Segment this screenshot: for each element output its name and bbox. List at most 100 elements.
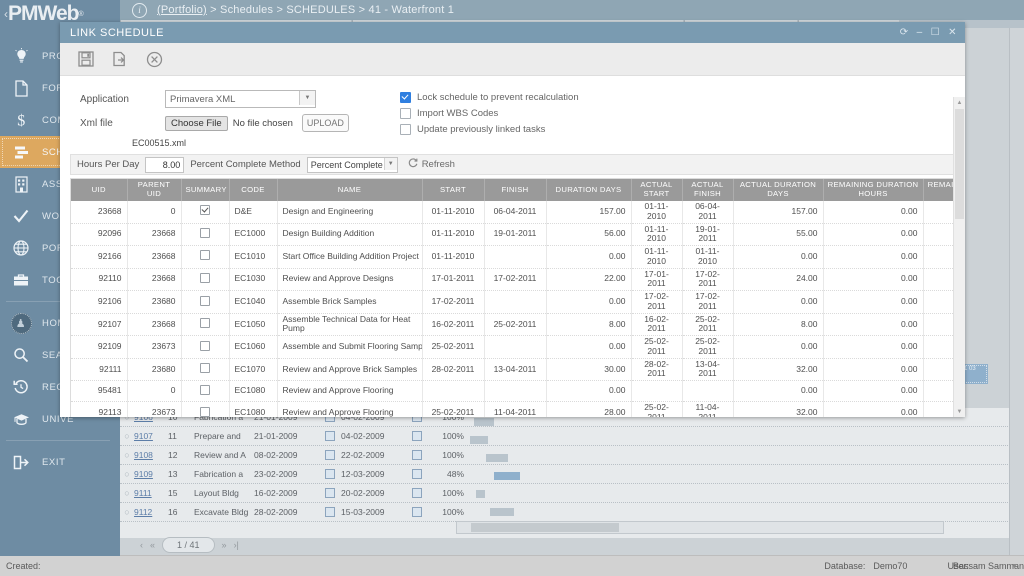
save-button[interactable] [76, 49, 96, 69]
col-uid[interactable]: UID [71, 179, 128, 201]
summary-checkbox[interactable] [200, 384, 210, 395]
scroll-down-icon[interactable]: ▼ [954, 406, 965, 417]
breadcrumb-portfolio-link[interactable]: (Portfolio) [157, 4, 207, 16]
table-row[interactable]: 92109 23673 EC1060 Assemble and Submit F… [71, 335, 965, 359]
status-caret-icon[interactable]: ▼ [1011, 563, 1018, 570]
calendar-icon[interactable] [412, 431, 422, 441]
table-row[interactable]: 92111 23680 EC1070 Review and Approve Br… [71, 358, 965, 382]
calendar-icon[interactable] [325, 507, 335, 517]
cancel-button[interactable] [144, 49, 164, 69]
col-code[interactable]: CODE [229, 179, 278, 201]
gantt-bar[interactable] [486, 454, 508, 462]
table-row[interactable]: 95481 0 EC1080 Review and Approve Floori… [71, 380, 965, 403]
option-update-linked[interactable]: Update previously linked tasks [400, 124, 579, 135]
gantt-bar[interactable] [470, 436, 488, 444]
pager-first-icon[interactable]: ‹ [140, 540, 143, 550]
cell-summary[interactable] [181, 245, 230, 269]
col-remaining-duration-hours[interactable]: REMAINING DURATION HOURS [823, 179, 924, 201]
row-id-link[interactable]: 9108 [134, 450, 168, 460]
scrollbar-thumb[interactable] [471, 523, 619, 532]
lock-schedule-checkbox[interactable] [400, 92, 411, 103]
maximize-icon[interactable]: ☐ [931, 27, 940, 38]
table-row[interactable]: 92110 23668 EC1030 Review and Approve De… [71, 268, 965, 292]
gantt-bar[interactable] [474, 418, 494, 426]
pager-last-icon[interactable]: ›| [234, 540, 239, 550]
dialog-vertical-scrollbar[interactable]: ▲ ▼ [953, 97, 965, 417]
refresh-button[interactable]: Refresh [408, 158, 455, 171]
col-actual-finish[interactable]: ACTUAL FINISH [682, 179, 734, 201]
import-wbs-checkbox[interactable] [400, 108, 411, 119]
summary-checkbox[interactable] [200, 340, 210, 351]
update-linked-checkbox[interactable] [400, 124, 411, 135]
summary-checkbox[interactable] [200, 272, 210, 283]
table-row[interactable]: 92107 23668 EC1050 Assemble Technical Da… [71, 313, 965, 337]
upload-button[interactable]: UPLOAD [301, 114, 349, 132]
refresh-icon[interactable]: ⟳ [900, 27, 909, 38]
calendar-icon[interactable] [412, 488, 422, 498]
close-icon[interactable]: ✕ [948, 27, 957, 38]
info-icon[interactable]: i [132, 2, 147, 18]
summary-checkbox[interactable] [200, 363, 210, 374]
gantt-bar[interactable] [490, 508, 514, 516]
summary-checkbox[interactable] [200, 250, 210, 261]
option-lock-schedule[interactable]: Lock schedule to prevent recalculation [400, 92, 579, 103]
cell-summary[interactable] [181, 401, 230, 417]
calendar-icon[interactable] [325, 450, 335, 460]
cell-summary[interactable] [181, 358, 230, 382]
chevron-down-icon[interactable]: ▼ [383, 157, 397, 170]
col-actual-duration-days[interactable]: ACTUAL DURATION DAYS [733, 179, 824, 201]
hours-per-day-input[interactable]: 8.00 [145, 156, 185, 173]
summary-checkbox[interactable] [200, 295, 210, 306]
cell-summary[interactable] [181, 290, 230, 314]
background-horizontal-scrollbar[interactable] [456, 521, 944, 534]
cell-summary[interactable] [181, 223, 230, 247]
calendar-icon[interactable] [325, 488, 335, 498]
page-vertical-scrollbar[interactable] [1009, 28, 1024, 556]
summary-checkbox[interactable] [200, 318, 210, 329]
calendar-icon[interactable] [325, 431, 335, 441]
cell-summary[interactable] [181, 268, 230, 292]
scrollbar-thumb[interactable] [955, 109, 964, 219]
calendar-icon[interactable] [412, 507, 422, 517]
percent-method-select[interactable]: Percent Complete ▼ [306, 156, 398, 173]
cell-summary[interactable] [181, 313, 230, 337]
sidebar-item-exit[interactable]: EXIT [0, 446, 120, 478]
scroll-up-icon[interactable]: ▲ [954, 97, 965, 108]
row-id-link[interactable]: 9109 [134, 469, 168, 479]
row-id-link[interactable]: 9112 [134, 507, 168, 517]
cell-summary[interactable] [181, 380, 230, 403]
col-duration-days[interactable]: DURATION DAYS [546, 179, 632, 201]
table-row[interactable]: 92113 23673 EC1080 Review and Approve Fl… [71, 401, 965, 417]
table-row[interactable]: 92106 23680 EC1040 Assemble Brick Sample… [71, 290, 965, 314]
gantt-bar[interactable] [476, 490, 485, 498]
gantt-bar-selected[interactable] [494, 472, 520, 480]
row-id-link[interactable]: 9111 [134, 488, 168, 498]
export-button[interactable] [110, 49, 130, 69]
col-name[interactable]: NAME [277, 179, 423, 201]
cell-summary[interactable] [181, 335, 230, 359]
row-id-link[interactable]: 9107 [134, 431, 168, 441]
pager-next-icon[interactable]: » [222, 540, 227, 550]
col-summary[interactable]: SUMMARY [181, 179, 230, 201]
summary-checkbox[interactable] [200, 205, 210, 216]
table-row[interactable]: 23668 0 D&E Design and Engineering 01-11… [71, 201, 965, 224]
application-select[interactable]: Primavera XML ▼ [165, 90, 316, 108]
summary-checkbox[interactable] [200, 227, 210, 238]
choose-file-button[interactable]: Choose File [165, 115, 228, 131]
table-row[interactable]: 92166 23668 EC1010 Start Office Building… [71, 245, 965, 269]
pager-prev-icon[interactable]: « [150, 540, 155, 550]
summary-checkbox[interactable] [200, 406, 210, 417]
minimize-icon[interactable]: – [917, 27, 923, 38]
collapse-chevron-icon[interactable]: ‹ [4, 7, 8, 21]
calendar-icon[interactable] [412, 450, 422, 460]
option-import-wbs[interactable]: Import WBS Codes [400, 108, 579, 119]
calendar-icon[interactable] [325, 469, 335, 479]
pager-page-indicator[interactable]: 1 / 41 [162, 537, 215, 553]
chevron-down-icon[interactable]: ▼ [299, 91, 315, 105]
cell-summary[interactable] [181, 201, 230, 224]
col-finish[interactable]: FINISH [484, 179, 547, 201]
col-parent-uid[interactable]: PARENT UID [127, 179, 182, 201]
col-actual-start[interactable]: ACTUAL START [631, 179, 683, 201]
col-start[interactable]: START [422, 179, 485, 201]
table-row[interactable]: 92096 23668 EC1000 Design Building Addit… [71, 223, 965, 247]
